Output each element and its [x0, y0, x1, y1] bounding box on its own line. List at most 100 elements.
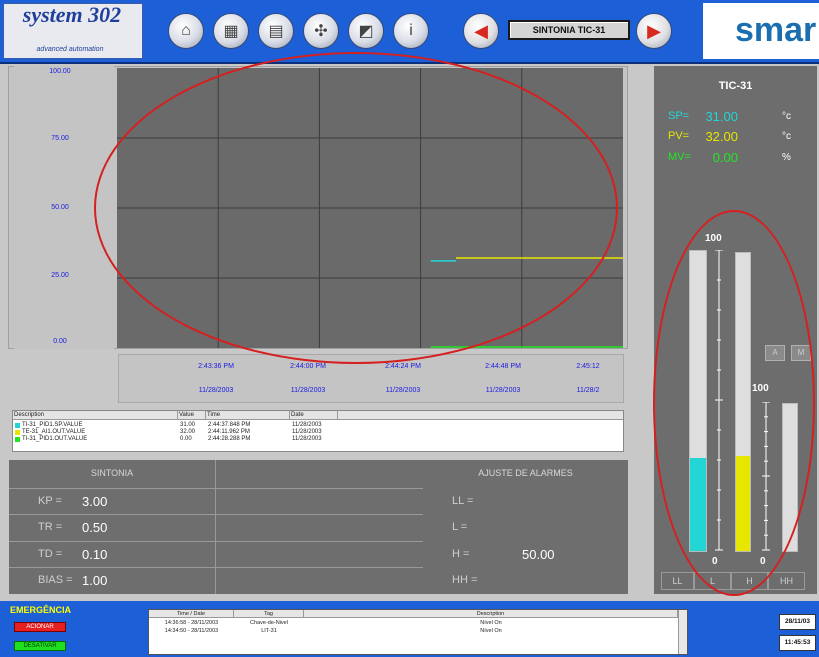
sp-pv-scale-ticks: [715, 250, 723, 551]
manual-mode-toggle[interactable]: M: [791, 345, 811, 361]
legend-time: 2:44:11.962 PM: [208, 429, 250, 435]
mv-value[interactable]: 0.00: [682, 150, 738, 165]
auto-mode-toggle[interactable]: A: [765, 345, 785, 361]
x-time-label: 2:43:36 PM: [198, 363, 234, 370]
alarm-time: 14:36:58 - 28/11/2003: [164, 620, 219, 626]
home-icon[interactable]: ⌂: [168, 13, 204, 49]
alarm-description: Nível On: [480, 628, 502, 634]
deactivate-emergency-button[interactable]: DESATIVAR: [14, 641, 66, 651]
logo-text: system 302: [22, 2, 122, 27]
legend-col-description[interactable]: Description: [13, 411, 178, 420]
legend-row[interactable]: TE-31_AI1.OUT.VALUE 32.00 2:44:11.962 PM…: [13, 429, 623, 436]
brand-text: smar: [735, 11, 817, 49]
legend-date: 11/28/2003: [292, 429, 322, 435]
trend-legend-table[interactable]: Description Value Time Date TI-31_PID1.S…: [12, 410, 624, 452]
pv-bar-fill: [736, 455, 750, 551]
current-date: 28/11/03: [779, 614, 816, 630]
legend-row[interactable]: TI-31_PID1.SP.VALUE 31.00 2:44:37.848 PM…: [13, 422, 623, 429]
legend-time: 2:44:37.848 PM: [208, 422, 251, 428]
screen-label: SINTONIA TIC-31: [508, 20, 630, 40]
x-time-label: 2:45:12: [576, 363, 600, 370]
y-tick-label: 75.00: [51, 135, 69, 142]
panel-icon[interactable]: ▤: [258, 13, 294, 49]
controller-tag: TIC-31: [718, 80, 753, 92]
legend-description: TI-31_PID1.OUT.VALUE: [22, 436, 88, 442]
kp-label: KP =: [38, 495, 62, 507]
previous-screen-icon[interactable]: ◀: [463, 13, 499, 49]
y-tick-label: 100.00: [49, 68, 71, 75]
alarm-list-scrollbar[interactable]: [678, 610, 687, 654]
info-icon[interactable]: i: [393, 13, 429, 49]
scale-bottom-label: 0: [712, 556, 718, 567]
activate-emergency-button[interactable]: ACIONAR: [14, 622, 66, 632]
mv-unit: %: [782, 152, 791, 163]
x-time-label: 2:44:00 PM: [290, 363, 326, 370]
trend-icon[interactable]: ◩: [348, 13, 384, 49]
h-indicator: H: [731, 572, 768, 590]
pv-bar: [735, 252, 751, 552]
alarm-tag: LIT-31: [261, 628, 277, 634]
sp-unit: °c: [782, 111, 791, 122]
alarm-tag: Chave-de-Nivel: [250, 620, 288, 626]
legend-col-time[interactable]: Time: [206, 411, 290, 420]
series-color-swatch: [15, 437, 20, 442]
pv-unit: °c: [782, 131, 791, 142]
x-date-label: 11/28/2003: [290, 387, 326, 394]
y-tick-label: 50.00: [51, 204, 69, 211]
next-screen-icon[interactable]: ▶: [636, 13, 672, 49]
l-label: L =: [452, 521, 468, 533]
bias-value[interactable]: 1.00: [82, 573, 107, 588]
pv-value: 32.00: [705, 129, 738, 144]
hh-indicator: HH: [768, 572, 805, 590]
x-date-label: 11/28/2003: [385, 387, 421, 394]
x-date-label: 11/28/2: [576, 387, 600, 394]
scale-top-label: 100: [705, 233, 722, 244]
ll-label: LL =: [452, 495, 474, 507]
legend-header: Description Value Time Date: [13, 411, 623, 420]
td-label: TD =: [38, 548, 63, 560]
valve-icon[interactable]: ✣: [303, 13, 339, 49]
tuning-title: SINTONIA: [90, 468, 134, 478]
y-tick-label: 0.00: [53, 338, 67, 345]
logo-subtitle: advanced automation: [36, 46, 104, 53]
h-label: H =: [452, 548, 470, 560]
emergency-title: EMERGÊNCIA: [10, 605, 72, 615]
legend-value: 32.00: [180, 429, 196, 435]
legend-col-value[interactable]: Value: [178, 411, 206, 420]
alarm-list-table[interactable]: Time / Date Tag Description 14:36:58 - 2…: [148, 609, 688, 655]
legend-description: TE-31_AI1.OUT.VALUE: [22, 429, 86, 435]
alarm-col-time[interactable]: Time / Date: [149, 610, 234, 618]
scale2-top-label: 100: [752, 383, 769, 394]
mv-bar: [782, 403, 798, 552]
x-axis: [118, 354, 624, 403]
td-value[interactable]: 0.10: [82, 547, 107, 562]
sp-value[interactable]: 31.00: [682, 109, 738, 124]
legend-col-date[interactable]: Date: [290, 411, 338, 420]
sp-bar: [689, 250, 707, 552]
current-time: 11:45:53: [779, 635, 816, 651]
alarm-description: Nível On: [480, 620, 502, 626]
legend-date: 11/28/2003: [292, 422, 322, 428]
panel-divider: [9, 514, 423, 515]
series-color-swatch: [15, 430, 20, 435]
scale2-bottom-label: 0: [760, 556, 766, 567]
alarm-time: 14:34:50 - 28/11/2003: [164, 628, 219, 634]
legend-row[interactable]: TI-31_PID1.OUT.VALUE 0.00 2:44:28.288 PM…: [13, 436, 623, 443]
alarms-title: AJUSTE DE ALARMES: [478, 468, 573, 478]
panel-divider: [9, 488, 423, 489]
legend-value: 31.00: [180, 422, 196, 428]
x-date-label: 11/28/2003: [485, 387, 521, 394]
alarm-col-tag[interactable]: Tag: [234, 610, 304, 618]
tr-value[interactable]: 0.50: [82, 520, 107, 535]
plot-area[interactable]: [117, 68, 623, 348]
h-value[interactable]: 50.00: [522, 547, 555, 562]
mv-scale-ticks: [762, 402, 770, 551]
kp-value[interactable]: 3.00: [82, 494, 107, 509]
panel-divider: [9, 541, 423, 542]
x-time-label: 2:44:48 PM: [485, 363, 521, 370]
panel-divider: [9, 567, 423, 568]
process-icon[interactable]: ▦: [213, 13, 249, 49]
y-tick-label: 25.00: [51, 272, 69, 279]
x-time-label: 2:44:24 PM: [385, 363, 421, 370]
alarm-col-description[interactable]: Description: [304, 610, 678, 618]
